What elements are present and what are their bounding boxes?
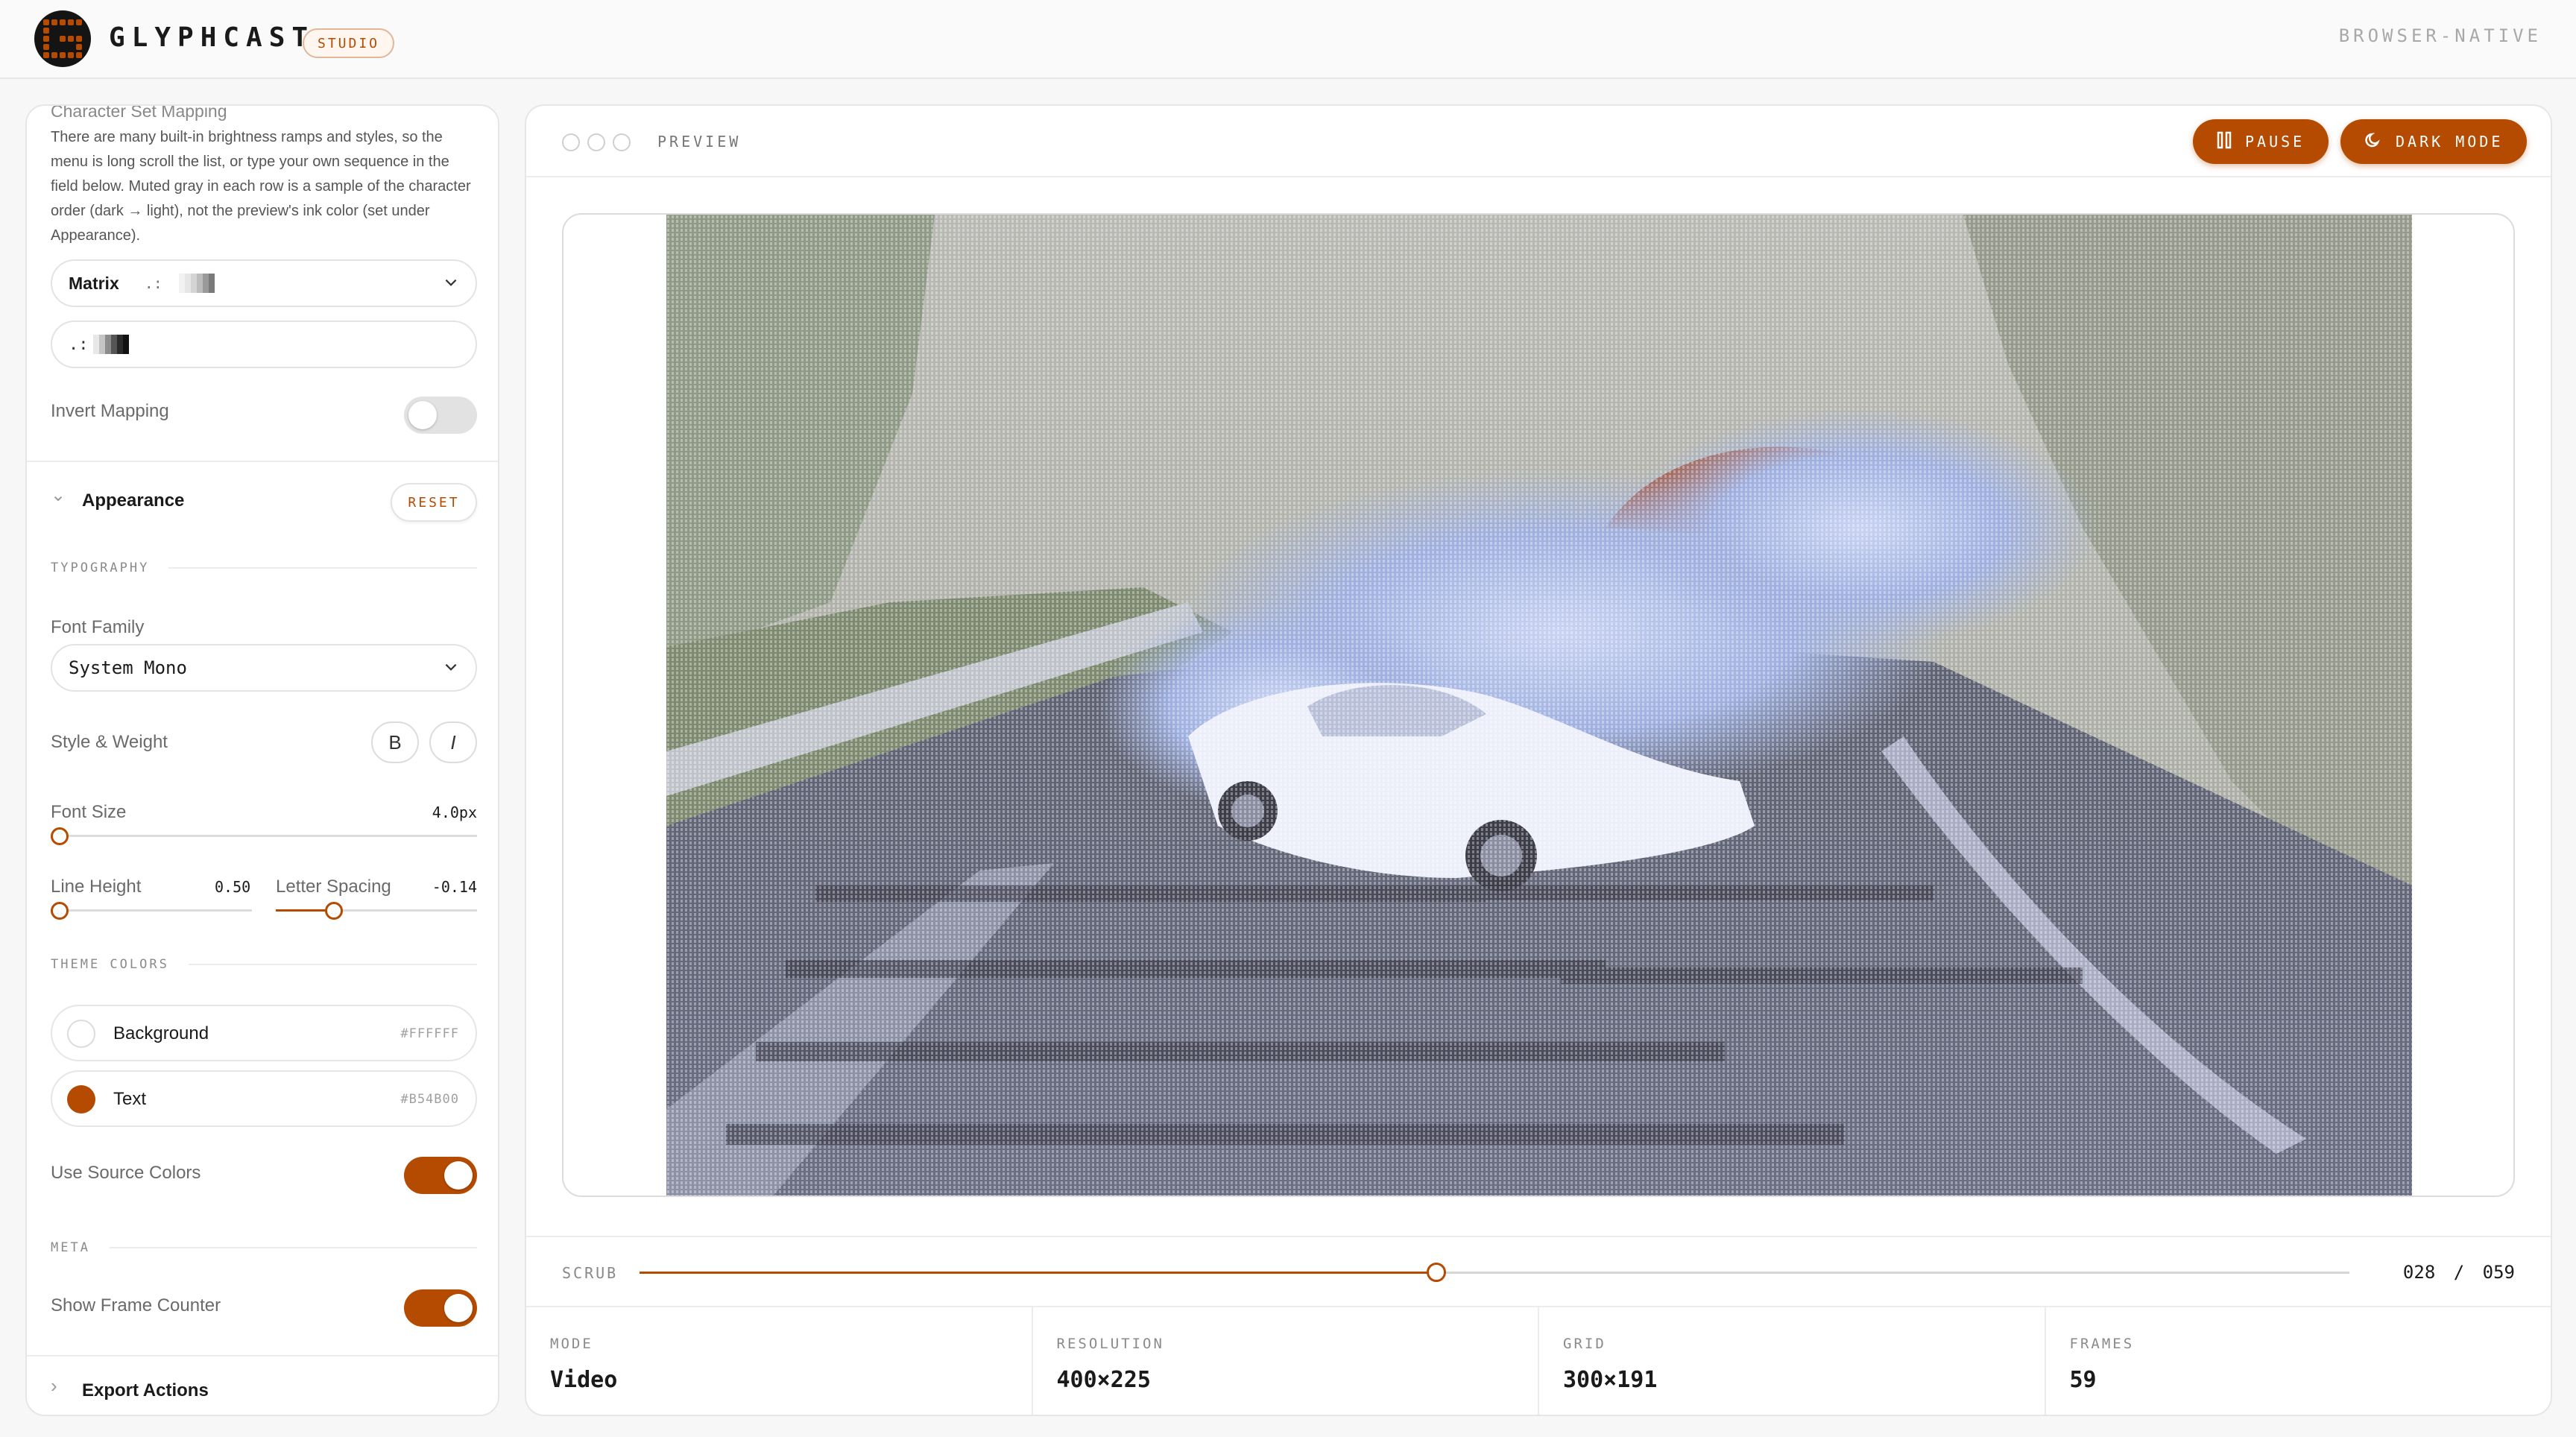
font-size-label: Font Size — [51, 802, 127, 822]
stat-key: GRID — [1563, 1336, 1606, 1352]
ascii-video-preview[interactable] — [666, 215, 2412, 1196]
text-color-name: Text — [113, 1089, 147, 1109]
preview-label: PREVIEW — [657, 133, 742, 151]
pause-button[interactable]: PAUSE — [2193, 119, 2329, 164]
style-weight-label: Style & Weight — [51, 732, 168, 752]
font-family-select[interactable]: System Mono — [51, 644, 477, 692]
text-color-row[interactable]: Text #B54B00 — [51, 1070, 477, 1127]
preview-toolbar: PREVIEW PAUSE DARK MODE — [526, 106, 2551, 177]
moon-icon — [2364, 131, 2382, 153]
stats-row: MODE Video RESOLUTION 400×225 GRID 300×1… — [526, 1307, 2551, 1415]
line-height-label: Line Height — [51, 877, 142, 897]
charset-preset-name: Matrix — [69, 273, 119, 293]
dark-mode-button[interactable]: DARK MODE — [2340, 119, 2528, 164]
window-dot — [613, 133, 631, 151]
chevron-right-icon[interactable]: › — [51, 1374, 57, 1397]
charset-preset-sample: .: — [144, 274, 162, 292]
export-actions-section-title[interactable]: Export Actions — [82, 1380, 209, 1401]
background-color-row[interactable]: Background #FFFFFF — [51, 1005, 477, 1061]
charset-help-text: There are many built-in brightness ramps… — [51, 129, 471, 244]
show-frame-counter-label: Show Frame Counter — [51, 1295, 221, 1316]
section-divider — [27, 461, 498, 462]
reset-appearance-button[interactable]: RESET — [391, 483, 477, 522]
text-color-swatch[interactable] — [67, 1085, 95, 1114]
chevron-down-icon[interactable]: ⌄ — [51, 484, 66, 506]
settings-sidebar[interactable]: Character Set Mapping There are many bui… — [25, 104, 499, 1416]
appearance-section-title[interactable]: Appearance — [82, 490, 184, 511]
charset-section-title: Character Set Mapping — [51, 104, 227, 121]
preview-frame — [562, 213, 2515, 1197]
section-divider — [27, 1355, 498, 1357]
pause-icon — [2217, 131, 2232, 153]
font-family-value: System Mono — [69, 657, 187, 678]
font-size-slider[interactable] — [51, 835, 477, 837]
stat-key: MODE — [550, 1336, 593, 1352]
font-size-value: 4.0px — [432, 803, 477, 821]
total-frames: 059 — [2482, 1262, 2515, 1283]
line-height-slider[interactable] — [51, 909, 252, 912]
stat-value: 59 — [2069, 1367, 2097, 1393]
font-size-slider-thumb[interactable] — [51, 827, 69, 845]
stat-value: Video — [550, 1367, 618, 1393]
letter-spacing-label: Letter Spacing — [276, 877, 391, 897]
stat-resolution: RESOLUTION 400×225 — [1033, 1307, 1539, 1415]
custom-charset-input[interactable]: .: — [51, 320, 477, 368]
preview-card: PREVIEW PAUSE DARK MODE SCRUB 028 / 059 … — [525, 104, 2552, 1416]
charset-ramp-swatch — [178, 274, 215, 293]
use-source-colors-label: Use Source Colors — [51, 1163, 201, 1183]
custom-ramp-swatch — [92, 335, 129, 354]
stat-value: 300×191 — [1563, 1367, 1658, 1393]
glyphcast-logo-icon[interactable] — [34, 10, 91, 67]
chevron-down-icon — [445, 279, 457, 286]
custom-charset-value: .: — [69, 335, 89, 354]
background-color-name: Background — [113, 1023, 209, 1043]
current-frame: 028 — [2402, 1262, 2436, 1283]
letter-spacing-slider-fill — [276, 909, 326, 912]
letter-spacing-slider-thumb[interactable] — [325, 902, 344, 920]
stat-mode: MODE Video — [526, 1307, 1033, 1415]
stat-key: FRAMES — [2069, 1336, 2135, 1352]
browser-native-label: BROWSER-NATIVE — [2338, 25, 2542, 46]
bold-toggle-button[interactable]: B — [371, 721, 419, 763]
text-color-hex: #B54B00 — [400, 1092, 459, 1107]
window-dot — [562, 133, 580, 151]
stat-key: RESOLUTION — [1056, 1336, 1164, 1352]
frame-counter: 028 / 059 — [2403, 1262, 2515, 1283]
chevron-down-icon — [445, 663, 457, 671]
use-source-colors-toggle[interactable] — [404, 1157, 477, 1194]
letter-spacing-value: -0.14 — [432, 878, 477, 896]
scrub-label: SCRUB — [562, 1264, 619, 1282]
pause-button-label: PAUSE — [2245, 133, 2305, 151]
window-dot — [587, 133, 605, 151]
scrub-slider-fill — [640, 1272, 1436, 1274]
typography-group-title: TYPOGRAPHY — [51, 560, 477, 575]
scrub-slider-thumb[interactable] — [1427, 1263, 1446, 1282]
frame-separator: / — [2453, 1262, 2465, 1283]
stat-value: 400×225 — [1056, 1367, 1151, 1393]
invert-mapping-toggle[interactable] — [404, 397, 477, 434]
italic-toggle-button[interactable]: I — [429, 721, 477, 763]
charset-preset-select[interactable]: Matrix .: — [51, 259, 477, 307]
line-height-slider-thumb[interactable] — [51, 902, 69, 920]
line-height-value: 0.50 — [215, 878, 251, 896]
ascii-render-image — [666, 215, 2412, 1196]
background-color-hex: #FFFFFF — [400, 1026, 459, 1041]
show-frame-counter-toggle[interactable] — [404, 1289, 477, 1327]
dark-mode-button-label: DARK MODE — [2396, 133, 2504, 151]
meta-group-title: META — [51, 1240, 477, 1255]
stat-frames: FRAMES 59 — [2046, 1307, 2551, 1415]
theme-colors-group-title: THEME COLORS — [51, 957, 477, 972]
font-family-label: Font Family — [51, 617, 145, 637]
stat-grid: GRID 300×191 — [1539, 1307, 2046, 1415]
top-bar: GLYPHCAST STUDIO BROWSER-NATIVE — [0, 0, 2576, 79]
invert-mapping-label: Invert Mapping — [51, 401, 169, 421]
studio-badge: STUDIO — [303, 28, 395, 58]
brand-name: GLYPHCAST — [109, 22, 315, 53]
background-color-swatch[interactable] — [67, 1020, 95, 1048]
scrub-bar: SCRUB 028 / 059 — [526, 1236, 2551, 1307]
